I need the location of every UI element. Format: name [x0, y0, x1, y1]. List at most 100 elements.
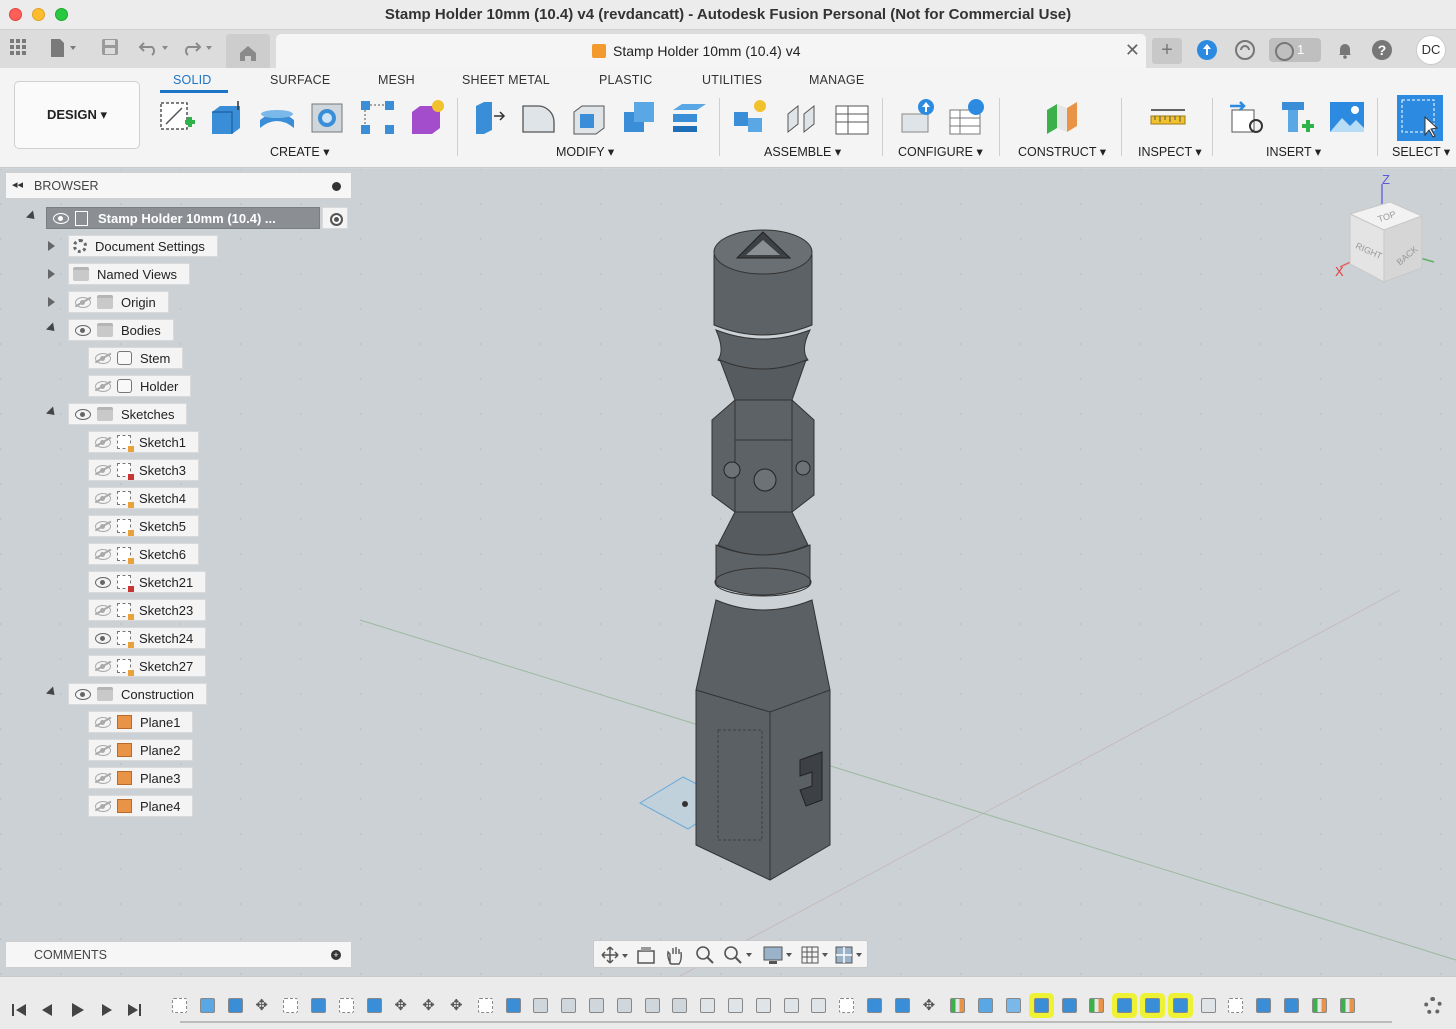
- visibility-eye-icon[interactable]: [51, 212, 71, 224]
- app-grid-icon[interactable]: [8, 38, 28, 60]
- expand-toggle-icon[interactable]: [48, 269, 55, 279]
- hidden-eye-icon[interactable]: [93, 464, 113, 476]
- home-button[interactable]: [226, 34, 270, 68]
- tree-node[interactable]: Bodies: [68, 319, 174, 341]
- expand-toggle-icon[interactable]: [48, 241, 55, 251]
- revolve-icon[interactable]: [258, 98, 296, 136]
- play-icon[interactable]: [68, 1001, 86, 1019]
- assemble-menu[interactable]: ASSEMBLE ▾: [764, 144, 841, 159]
- redo-icon[interactable]: [182, 38, 216, 60]
- tree-node[interactable]: Construction: [68, 683, 207, 705]
- tree-node[interactable]: Sketch4: [88, 487, 199, 509]
- timeline-offset-feature[interactable]: [976, 996, 995, 1015]
- timeline-sketch-feature[interactable]: [170, 996, 189, 1015]
- tree-node[interactable]: Sketch24: [88, 627, 207, 649]
- hidden-eye-icon[interactable]: [93, 800, 113, 812]
- data-panel-upload-icon[interactable]: [1197, 40, 1217, 60]
- zoom-icon[interactable]: [694, 944, 716, 966]
- timeline-sketch-feature[interactable]: [837, 996, 856, 1015]
- hidden-eye-icon[interactable]: [93, 772, 113, 784]
- hidden-eye-icon[interactable]: [93, 548, 113, 560]
- collapse-panel-icon[interactable]: ◂◂: [12, 178, 23, 191]
- tree-node[interactable]: Plane1: [88, 711, 194, 733]
- undo-icon[interactable]: [138, 38, 172, 60]
- timeline-extrude-feature[interactable]: [893, 996, 912, 1015]
- shell-icon[interactable]: [570, 98, 608, 136]
- job-status-button[interactable]: 1: [1269, 38, 1321, 62]
- timeline-move-feature[interactable]: ✥: [420, 996, 439, 1015]
- timeline-extrude-feature[interactable]: [226, 996, 245, 1015]
- timeline-hole-feature[interactable]: [615, 996, 634, 1015]
- timeline-sketch-feature[interactable]: [337, 996, 356, 1015]
- create-sketch-icon[interactable]: [158, 98, 196, 136]
- modify-menu[interactable]: MODIFY ▾: [556, 144, 614, 159]
- configure-icon[interactable]: [898, 98, 936, 136]
- notifications-bell-icon[interactable]: [1335, 40, 1355, 60]
- timeline-extrude-feature[interactable]: [504, 996, 523, 1015]
- new-tab-button[interactable]: +: [1152, 38, 1182, 64]
- timeline-extrude-feature[interactable]: [865, 996, 884, 1015]
- browser-panel-header[interactable]: ◂◂ BROWSER: [5, 172, 352, 199]
- stamp-holder-model[interactable]: [695, 229, 831, 881]
- go-to-start-icon[interactable]: [10, 1001, 28, 1019]
- step-forward-icon[interactable]: [98, 1001, 116, 1019]
- tab-manage[interactable]: MANAGE: [809, 73, 864, 87]
- insert-menu[interactable]: INSERT ▾: [1266, 144, 1321, 159]
- tree-node[interactable]: Plane2: [88, 739, 194, 761]
- hidden-eye-icon[interactable]: [93, 604, 113, 616]
- new-component-icon[interactable]: [732, 98, 770, 136]
- timeline-track[interactable]: [180, 1021, 1392, 1023]
- workspace-switcher[interactable]: DESIGN ▾: [14, 81, 140, 149]
- tab-plastic[interactable]: PLASTIC: [599, 73, 653, 87]
- view-cube[interactable]: Z X TOP RIGHT BACK: [1330, 172, 1450, 292]
- tab-surface[interactable]: SURFACE: [270, 73, 330, 87]
- timeline-fillet-feature[interactable]: [698, 996, 717, 1015]
- timeline-hole-feature[interactable]: [559, 996, 578, 1015]
- configuration-table-icon[interactable]: [948, 98, 986, 136]
- timeline-plane-feature[interactable]: [1338, 996, 1357, 1015]
- tab-utilities[interactable]: UTILITIES: [702, 73, 762, 87]
- activate-component-radio[interactable]: [322, 207, 348, 229]
- tree-node[interactable]: Plane3: [88, 767, 194, 789]
- close-tab-icon[interactable]: ✕: [1125, 40, 1140, 61]
- grid-settings-icon[interactable]: [800, 944, 832, 966]
- bill-of-materials-icon[interactable]: [832, 98, 870, 136]
- tree-node[interactable]: Sketch1: [88, 431, 199, 453]
- construct-plane-icon[interactable]: [1043, 98, 1081, 136]
- hidden-eye-icon[interactable]: [93, 352, 113, 364]
- display-settings-icon[interactable]: [762, 944, 794, 966]
- orbit-icon[interactable]: [600, 945, 630, 965]
- select-menu[interactable]: SELECT ▾: [1392, 144, 1450, 159]
- comments-panel-header[interactable]: COMMENTS +: [5, 941, 352, 968]
- timeline-extrude-feature[interactable]: [1170, 996, 1190, 1015]
- timeline-extrude-feature[interactable]: [365, 996, 384, 1015]
- visibility-eye-icon[interactable]: [73, 688, 93, 700]
- tree-node[interactable]: Sketch6: [88, 543, 199, 565]
- hidden-eye-icon[interactable]: [93, 744, 113, 756]
- timeline-extrude-feature[interactable]: [1115, 996, 1135, 1015]
- create-menu[interactable]: CREATE ▾: [270, 144, 330, 159]
- tab-solid[interactable]: SOLID: [173, 73, 212, 87]
- hidden-eye-icon[interactable]: [93, 492, 113, 504]
- tree-node[interactable]: Sketch21: [88, 571, 207, 593]
- inspect-menu[interactable]: INSPECT ▾: [1138, 144, 1202, 159]
- tree-node[interactable]: Sketch5: [88, 515, 199, 537]
- fillet-icon[interactable]: [520, 98, 558, 136]
- visibility-eye-icon[interactable]: [93, 576, 113, 588]
- tree-node[interactable]: Holder: [88, 375, 192, 397]
- hidden-eye-icon[interactable]: [93, 520, 113, 532]
- tree-node[interactable]: Stem: [88, 347, 184, 369]
- timeline-plane-feature[interactable]: [948, 996, 967, 1015]
- step-back-icon[interactable]: [38, 1001, 56, 1019]
- hole-icon[interactable]: [308, 98, 346, 136]
- pan-hand-icon[interactable]: [664, 944, 686, 966]
- timeline-settings-gear-icon[interactable]: [1424, 997, 1442, 1015]
- save-icon[interactable]: [100, 38, 120, 60]
- add-comment-icon[interactable]: +: [331, 950, 341, 960]
- timeline-extrude-feature[interactable]: [1031, 996, 1051, 1015]
- timeline-plane-feature[interactable]: [1310, 996, 1329, 1015]
- timeline-fillet-feature[interactable]: [809, 996, 828, 1015]
- visibility-eye-icon[interactable]: [93, 632, 113, 644]
- timeline-move-feature[interactable]: ✥: [921, 996, 940, 1015]
- insert-canvas-icon[interactable]: [1328, 98, 1366, 136]
